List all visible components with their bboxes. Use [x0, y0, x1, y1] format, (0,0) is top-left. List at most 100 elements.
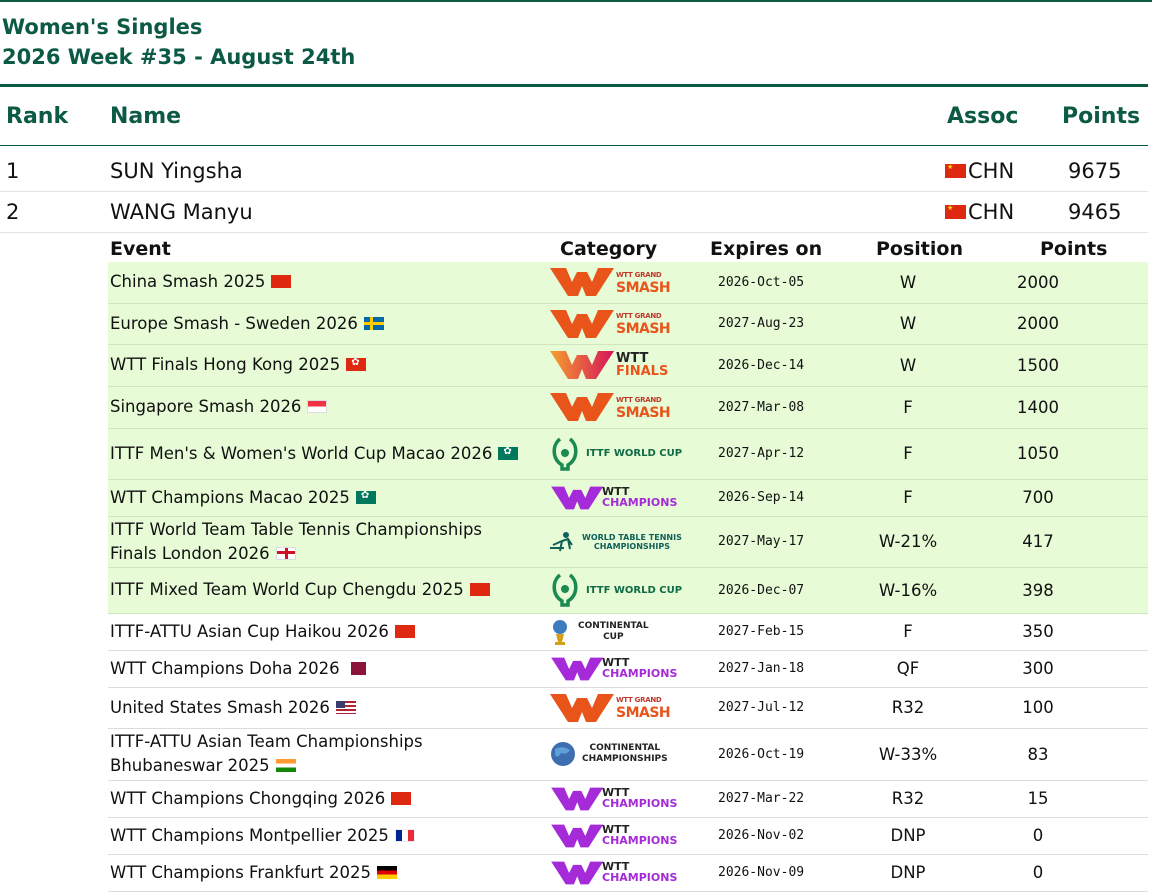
event-expires: 2026-Oct-05	[706, 262, 848, 304]
event-name-cell[interactable]: ITTF-ATTU Asian Team Championships Bhuba…	[108, 728, 528, 781]
event-row[interactable]: ITTF-ATTU Asian Team Championships Bhuba…	[108, 728, 1148, 781]
event-name-cell[interactable]: United States Smash 2026	[108, 687, 528, 729]
event-position: DNP	[848, 817, 968, 855]
event-name-cell[interactable]: WTT Champions Chongqing 2026	[108, 780, 528, 818]
category-logo: CONTINENTAL CHAMPIONSHIPS	[528, 736, 706, 772]
event-position: QF	[848, 650, 968, 688]
event-row[interactable]: WTT Champions Frankfurt 2025 WTT CHAMPIONS…	[108, 854, 1148, 892]
category-label: FINALS	[616, 363, 669, 379]
event-row[interactable]: ITTF Men's & Women's World Cup Macao 202…	[108, 428, 1148, 480]
event-name[interactable]: ITTF Men's & Women's World Cup Macao 202…	[110, 444, 492, 463]
event-name-cell[interactable]: Europe Smash - Sweden 2026	[108, 303, 528, 345]
title-line-2: 2026 Week #35 - August 24th	[2, 45, 356, 69]
event-points: 15	[968, 780, 1148, 818]
event-expires: 2027-Mar-08	[706, 386, 848, 429]
event-name[interactable]: WTT Champions Montpellier 2025	[110, 826, 389, 845]
qa-flag-icon	[345, 661, 366, 675]
hk-flag-icon	[346, 356, 367, 371]
event-category: WTT FINALS	[528, 344, 706, 387]
event-row[interactable]: WTT Champions Chongqing 2026 WTT CHAMPIONS…	[108, 780, 1148, 818]
event-name[interactable]: Europe Smash - Sweden 2026	[110, 314, 358, 333]
category-label: WTT	[616, 350, 649, 366]
event-position: F	[848, 428, 968, 480]
event-position: R32	[848, 780, 968, 818]
event-points: 2000	[968, 303, 1148, 345]
event-name-cell[interactable]: WTT Champions Montpellier 2025	[108, 817, 528, 855]
event-category: CONTINENTAL CHAMPIONSHIPS	[528, 728, 706, 781]
category-label: CONTINENTAL	[589, 743, 661, 753]
page-title: Women's Singles 2026 Week #35 - August 2…	[2, 12, 355, 72]
event-points: 350	[968, 613, 1148, 651]
event-category: WORLD TABLE TENNIS CHAMPIONSHIPS	[528, 516, 706, 568]
event-name-cell[interactable]: WTT Finals Hong Kong 2025	[108, 344, 528, 387]
player-name[interactable]: SUN Yingsha	[110, 151, 243, 191]
event-name[interactable]: WTT Champions Chongqing 2026	[110, 789, 385, 808]
category-logo: WTT GRAND SMASH	[528, 306, 706, 342]
events-header-expires: Expires on	[710, 238, 823, 260]
event-expires: 2026-Nov-02	[706, 817, 848, 855]
event-points: 417	[968, 516, 1148, 568]
event-category: WTT CHAMPIONS	[528, 854, 706, 892]
category-logo: WTT GRAND SMASH	[528, 690, 706, 726]
event-name[interactable]: Singapore Smash 2026	[110, 397, 301, 416]
event-points: 100	[968, 687, 1148, 729]
column-header-name: Name	[110, 104, 182, 129]
event-row[interactable]: United States Smash 2026 WTT GRAND SMASH 20…	[108, 687, 1148, 729]
assoc-code: CHN	[968, 159, 1015, 183]
player-assoc: CHN	[945, 151, 1014, 191]
player-row[interactable]: 1 SUN Yingsha CHN 9675	[0, 151, 1148, 192]
event-name-cell[interactable]: WTT Champions Macao 2025	[108, 479, 528, 517]
category-label: CUP	[603, 631, 624, 642]
column-header-rank: Rank	[6, 104, 69, 129]
category-label: CHAMPIONS	[602, 496, 678, 509]
event-row[interactable]: WTT Finals Hong Kong 2025WTTFINALS2026-D…	[108, 344, 1148, 387]
event-name-cell[interactable]: Singapore Smash 2026	[108, 386, 528, 429]
event-position: W	[848, 344, 968, 387]
event-name[interactable]: WTT Champions Macao 2025	[110, 488, 350, 507]
event-name-cell[interactable]: WTT Champions Frankfurt 2025	[108, 854, 528, 892]
events-header-category: Category	[560, 238, 658, 260]
world-cup-icon	[552, 437, 578, 471]
event-expires: 2027-Mar-22	[706, 780, 848, 818]
category-logo: WTT CHAMPIONS	[528, 855, 706, 891]
event-name[interactable]: United States Smash 2026	[110, 698, 330, 717]
wtt-w-logo-icon	[550, 268, 614, 297]
event-row[interactable]: ITTF-ATTU Asian Cup Haikou 2026 CONTINENT…	[108, 613, 1148, 651]
event-position: W-33%	[848, 728, 968, 781]
event-row[interactable]: China Smash 2025 WTT GRAND SMASH 2026-Oct-0…	[108, 262, 1148, 304]
event-row[interactable]: WTT Champions Montpellier 2025 WTT CHAMPIO…	[108, 817, 1148, 855]
event-row[interactable]: ITTF Mixed Team World Cup Chengdu 2025 IT…	[108, 567, 1148, 614]
event-name-cell[interactable]: ITTF World Team Table Tennis Championshi…	[108, 516, 528, 568]
event-name[interactable]: ITTF-ATTU Asian Team Championships Bhuba…	[110, 732, 423, 775]
event-name-cell[interactable]: WTT Champions Doha 2026	[108, 650, 528, 688]
event-row[interactable]: WTT Champions Doha 2026 WTT CHAMPIONS 2027-…	[108, 650, 1148, 688]
event-name-cell[interactable]: ITTF-ATTU Asian Cup Haikou 2026	[108, 613, 528, 651]
event-expires: 2026-Oct-19	[706, 728, 848, 781]
event-points: 1400	[968, 386, 1148, 429]
event-name[interactable]: China Smash 2025	[110, 272, 265, 291]
player-name[interactable]: WANG Manyu	[110, 192, 253, 232]
event-row[interactable]: Europe Smash - Sweden 2026 WTT GRAND SMASH…	[108, 303, 1148, 345]
event-expires: 2027-Aug-23	[706, 303, 848, 345]
category-label: WTT GRAND	[616, 395, 662, 404]
en-flag-icon	[275, 546, 296, 560]
player-row[interactable]: 2 WANG Manyu CHN 9465	[0, 192, 1148, 233]
wtt-w-logo-icon	[550, 309, 614, 338]
wtt-w-logo-icon	[550, 693, 614, 722]
assoc-code: CHN	[968, 200, 1015, 224]
wtt-w-logo-icon	[551, 787, 604, 810]
event-name[interactable]: ITTF Mixed Team World Cup Chengdu 2025	[110, 580, 464, 599]
event-name[interactable]: WTT Champions Doha 2026	[110, 659, 340, 678]
event-name[interactable]: WTT Champions Frankfurt 2025	[110, 863, 371, 882]
event-name[interactable]: ITTF-ATTU Asian Cup Haikou 2026	[110, 622, 389, 641]
event-name-cell[interactable]: ITTF Men's & Women's World Cup Macao 202…	[108, 428, 528, 480]
event-row[interactable]: WTT Champions Macao 2025 WTTCHAMPIONS2026…	[108, 479, 1148, 517]
event-row[interactable]: Singapore Smash 2026 WTT GRAND SMASH 2027-M…	[108, 386, 1148, 429]
event-row[interactable]: ITTF World Team Table Tennis Championshi…	[108, 516, 1148, 568]
events-header-position: Position	[876, 238, 963, 260]
event-name[interactable]: WTT Finals Hong Kong 2025	[110, 355, 340, 374]
event-name-cell[interactable]: China Smash 2025	[108, 262, 528, 304]
event-name-cell[interactable]: ITTF Mixed Team World Cup Chengdu 2025	[108, 567, 528, 614]
event-position: F	[848, 613, 968, 651]
event-name[interactable]: ITTF World Team Table Tennis Championshi…	[110, 520, 482, 563]
